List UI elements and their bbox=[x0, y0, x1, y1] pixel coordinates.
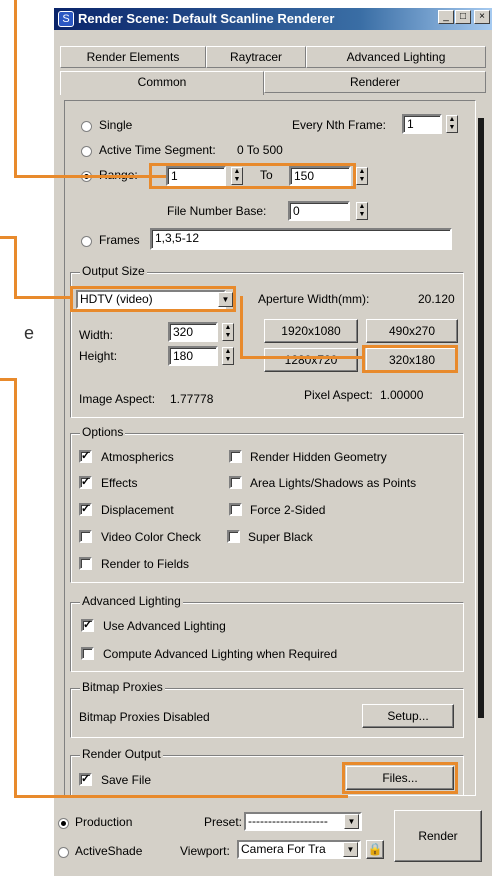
output-size-legend: Output Size bbox=[80, 264, 147, 278]
effects-label: Effects bbox=[101, 476, 138, 490]
aperture-value: 20.120 bbox=[418, 292, 455, 306]
preset-chevron-down-icon[interactable]: ▼ bbox=[344, 814, 359, 829]
advanced-lighting-legend: Advanced Lighting bbox=[80, 594, 183, 608]
force-2-sided-label: Force 2-Sided bbox=[250, 503, 326, 517]
compute-advanced-lighting-checkbox[interactable] bbox=[81, 647, 94, 660]
height-spinner[interactable]: ▲ ▼ bbox=[222, 347, 234, 365]
use-advanced-lighting-label: Use Advanced Lighting bbox=[103, 619, 226, 633]
minimize-icon[interactable]: _ bbox=[438, 10, 454, 24]
effects-checkbox[interactable]: ✓ bbox=[79, 476, 92, 489]
single-label: Single bbox=[99, 118, 133, 132]
save-file-checkbox[interactable]: ✓ bbox=[79, 773, 92, 786]
radio-production[interactable] bbox=[58, 818, 69, 829]
area-lights-label: Area Lights/Shadows as Points bbox=[250, 476, 417, 490]
callout-line-range-vertical bbox=[14, 0, 17, 177]
tab-render-elements[interactable]: Render Elements bbox=[60, 46, 206, 68]
atmospherics-checkbox[interactable]: ✓ bbox=[79, 450, 92, 463]
aperture-label: Aperture Width(mm): bbox=[258, 292, 370, 306]
bitmap-proxies-status: Bitmap Proxies Disabled bbox=[79, 710, 210, 724]
callout-line-format-vertical bbox=[14, 236, 17, 298]
atmospherics-label: Atmospherics bbox=[101, 450, 174, 464]
preset-320x180-highlight-box bbox=[362, 345, 458, 373]
radio-frames[interactable] bbox=[81, 236, 92, 247]
compute-advanced-lighting-label: Compute Advanced Lighting when Required bbox=[103, 647, 338, 661]
width-label: Width: bbox=[79, 328, 114, 342]
render-button[interactable]: Render bbox=[394, 810, 482, 862]
format-highlight-box bbox=[70, 286, 236, 312]
width-input[interactable]: 320 bbox=[168, 322, 218, 342]
super-black-label: Super Black bbox=[248, 530, 313, 544]
preset-1280x720-button[interactable]: 1280x720 bbox=[264, 348, 358, 372]
lock-icon[interactable]: 🔒 bbox=[366, 840, 384, 859]
active-segment-value: 0 To 500 bbox=[237, 143, 283, 157]
options-legend: Options bbox=[80, 425, 126, 439]
displacement-checkbox[interactable]: ✓ bbox=[79, 503, 92, 516]
preset-490x270-button[interactable]: 490x270 bbox=[366, 319, 458, 343]
preset-1920x1080-button[interactable]: 1920x1080 bbox=[264, 319, 358, 343]
tab-advanced-lighting[interactable]: Advanced Lighting bbox=[306, 46, 486, 68]
every-nth-spinner[interactable]: ▲ ▼ bbox=[446, 115, 458, 133]
tab-common[interactable]: Common bbox=[60, 71, 264, 95]
video-color-check-checkbox[interactable] bbox=[79, 530, 92, 543]
tab-raytracer[interactable]: Raytracer bbox=[206, 46, 306, 68]
use-advanced-lighting-checkbox[interactable]: ✓ bbox=[81, 619, 94, 632]
every-nth-input[interactable]: 1 bbox=[402, 114, 442, 134]
file-number-base-input[interactable]: 0 bbox=[288, 201, 350, 221]
maximize-icon[interactable]: □ bbox=[455, 10, 471, 24]
advanced-lighting-group bbox=[70, 602, 464, 672]
height-input[interactable]: 180 bbox=[168, 346, 218, 366]
file-number-base-spinner[interactable]: ▲ ▼ bbox=[356, 202, 368, 220]
render-hidden-geometry-checkbox[interactable] bbox=[229, 450, 242, 463]
super-black-checkbox[interactable] bbox=[227, 530, 240, 543]
width-spinner[interactable]: ▲ ▼ bbox=[222, 323, 234, 341]
force-2-sided-checkbox[interactable] bbox=[229, 503, 242, 516]
render-to-fields-label: Render to Fields bbox=[101, 557, 190, 571]
callout-line-files-stub bbox=[0, 378, 17, 381]
image-aspect-label: Image Aspect: bbox=[79, 392, 156, 406]
callout-line-preset-vertical bbox=[240, 296, 243, 358]
window-title: Render Scene: Default Scanline Renderer bbox=[78, 11, 335, 26]
render-hidden-geometry-label: Render Hidden Geometry bbox=[250, 450, 387, 464]
image-aspect-value: 1.77778 bbox=[170, 392, 214, 406]
production-label: Production bbox=[75, 815, 133, 829]
file-number-base-label: File Number Base: bbox=[167, 204, 267, 218]
pixel-aspect-value: 1.00000 bbox=[380, 388, 424, 402]
preset-label: Preset: bbox=[204, 815, 243, 829]
radio-single[interactable] bbox=[81, 121, 92, 132]
frames-label: Frames bbox=[99, 233, 140, 247]
callout-line-format-stub bbox=[0, 236, 17, 239]
viewport-label: Viewport: bbox=[180, 844, 230, 858]
setup-button[interactable]: Setup... bbox=[362, 704, 454, 728]
activeshade-label: ActiveShade bbox=[75, 844, 143, 858]
video-color-check-label: Video Color Check bbox=[101, 530, 201, 544]
area-lights-checkbox[interactable] bbox=[229, 476, 242, 489]
callout-line-files-horizontal bbox=[14, 795, 348, 798]
radio-activeshade[interactable] bbox=[58, 847, 69, 858]
pixel-aspect-label: Pixel Aspect: bbox=[304, 388, 373, 402]
frames-input[interactable]: 1,3,5-12 bbox=[150, 228, 452, 250]
files-highlight-box bbox=[342, 762, 458, 794]
viewport-chevron-down-icon[interactable]: ▼ bbox=[343, 842, 358, 857]
close-icon[interactable]: × bbox=[474, 10, 490, 24]
callout-line-preset-horizontal bbox=[240, 356, 364, 359]
bitmap-proxies-legend: Bitmap Proxies bbox=[80, 680, 165, 694]
3dsmax-logo-icon: S bbox=[58, 11, 74, 27]
save-file-label: Save File bbox=[101, 773, 152, 787]
render-to-fields-checkbox[interactable] bbox=[79, 557, 92, 570]
every-nth-label: Every Nth Frame: bbox=[292, 118, 387, 132]
callout-line-range-horizontal bbox=[14, 175, 166, 178]
height-label: Height: bbox=[79, 349, 118, 363]
tab-renderer[interactable]: Renderer bbox=[264, 71, 486, 93]
range-highlight-box bbox=[149, 163, 356, 189]
active-segment-label: Active Time Segment: bbox=[99, 143, 216, 157]
callout-line-format-horizontal bbox=[14, 296, 72, 299]
scrollbar-thumb[interactable] bbox=[478, 118, 484, 718]
callout-line-files-vertical bbox=[14, 378, 17, 798]
render-output-legend: Render Output bbox=[80, 747, 163, 761]
callout-text-fragment: e bbox=[24, 323, 35, 343]
range-to-spinner[interactable]: ▲ ▼ bbox=[356, 167, 368, 185]
displacement-label: Displacement bbox=[101, 503, 174, 517]
radio-active-segment[interactable] bbox=[81, 146, 92, 157]
